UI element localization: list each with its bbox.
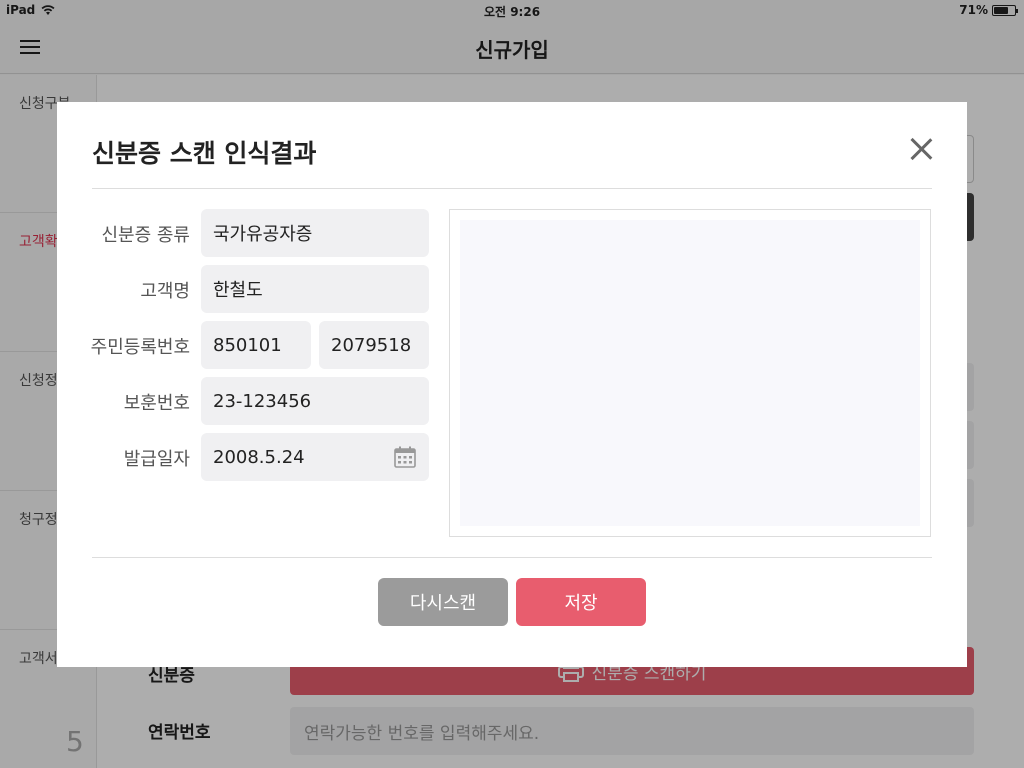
- resident-no-front-field[interactable]: 850101: [201, 321, 311, 369]
- veteran-no-label: 보훈번호: [123, 393, 190, 414]
- modal-title: 신분증 스캔 인식결과: [92, 139, 317, 168]
- save-button[interactable]: 저장: [516, 578, 646, 626]
- header-divider: [92, 188, 932, 189]
- resident-no-back-field[interactable]: 2079518: [319, 321, 429, 369]
- footer-divider: [92, 557, 932, 558]
- calendar-icon[interactable]: [393, 445, 417, 469]
- name-field[interactable]: 한철도: [201, 265, 429, 313]
- id-type-field[interactable]: 국가유공자증: [201, 209, 429, 257]
- close-icon[interactable]: [906, 134, 936, 164]
- resident-no-label: 주민등록번호: [90, 337, 190, 358]
- id-type-label: 신분증 종류: [101, 225, 190, 246]
- rescan-button[interactable]: 다시스캔: [378, 578, 508, 626]
- veteran-no-field[interactable]: 23-123456: [201, 377, 429, 425]
- scan-image-preview: [449, 209, 931, 537]
- scan-image-area: [460, 220, 920, 526]
- issue-date-field[interactable]: 2008.5.24: [201, 433, 429, 481]
- scan-result-modal: 신분증 스캔 인식결과 신분증 종류 국가유공자증 고객명 한철도 주민등록번호…: [57, 102, 967, 667]
- issue-date-label: 발급일자: [123, 449, 190, 470]
- issue-date-value: 2008.5.24: [213, 446, 305, 468]
- name-label: 고객명: [140, 281, 190, 302]
